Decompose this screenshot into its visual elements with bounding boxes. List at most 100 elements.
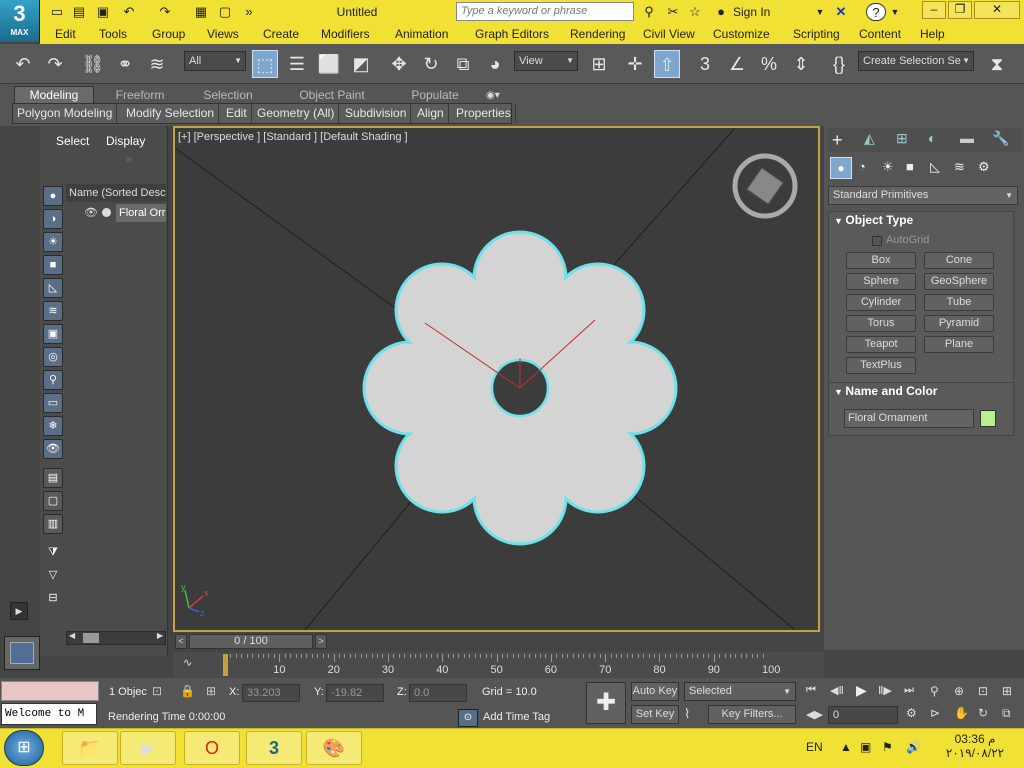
name-color-title[interactable]: ▼ Name and Color bbox=[834, 384, 937, 398]
place-icon[interactable]: ◕ bbox=[482, 50, 508, 78]
tray-arrow-icon[interactable]: ▲ bbox=[840, 740, 852, 754]
more-icon[interactable]: » bbox=[240, 3, 258, 20]
link-icon[interactable]: ⛓ bbox=[80, 50, 106, 78]
menu-views[interactable]: Views bbox=[207, 24, 239, 44]
scale-icon[interactable]: ⧉ bbox=[450, 50, 476, 78]
zoom-extents-icon[interactable]: ⊡ bbox=[978, 684, 988, 698]
language-indicator[interactable]: EN bbox=[806, 740, 823, 754]
redo-icon[interactable]: ↷ bbox=[42, 50, 68, 78]
ribbon-subtab-edit[interactable]: Edit bbox=[222, 104, 252, 123]
go-to-end-icon[interactable]: ⏭ bbox=[904, 684, 924, 697]
current-frame-field[interactable]: 0 bbox=[828, 706, 898, 724]
display-helpers-icon[interactable]: ◺ bbox=[43, 278, 63, 298]
menu-help[interactable]: Help bbox=[920, 24, 945, 44]
display-geometry-icon[interactable]: ◑ bbox=[43, 209, 63, 229]
curve-editor-icon[interactable]: ∿ bbox=[183, 656, 192, 669]
menu-modifiers[interactable]: Modifiers bbox=[321, 24, 370, 44]
angle-snap-icon[interactable]: ∠ bbox=[724, 50, 750, 78]
zoom-extents-all-icon[interactable]: ⊞ bbox=[1002, 684, 1012, 698]
scroll-left-icon[interactable]: ◀ bbox=[69, 631, 75, 640]
user-icon[interactable]: ● bbox=[712, 3, 730, 21]
display-none-icon[interactable]: ● bbox=[43, 186, 63, 206]
go-to-start-icon[interactable]: ⏮ bbox=[806, 684, 826, 697]
prev-frame-button[interactable]: < bbox=[175, 634, 187, 649]
isolate-selection-icon[interactable]: ⊡ bbox=[152, 684, 162, 698]
tray-volume-icon[interactable]: 🔊 bbox=[906, 740, 921, 754]
x-coordinate-field[interactable]: 33.203 bbox=[242, 684, 300, 702]
start-button[interactable]: ⊞ bbox=[4, 730, 44, 766]
named-selection-dropdown[interactable]: Create Selection Se ▼ bbox=[858, 51, 974, 71]
menu-graph-editors[interactable]: Graph Editors bbox=[475, 24, 549, 44]
menu-group[interactable]: Group bbox=[152, 24, 185, 44]
track-bar[interactable]: ∿ 10 20 30 40 50 60 70 80 90 100 bbox=[173, 652, 824, 678]
rotate-icon[interactable]: ↻ bbox=[418, 50, 444, 78]
ribbon-tab-populate[interactable]: Populate bbox=[388, 87, 482, 104]
app-logo-button[interactable]: 3 MAX bbox=[0, 0, 40, 42]
select-manipulate-icon[interactable]: ✛ bbox=[622, 50, 648, 78]
binoculars-icon[interactable]: ⚲ bbox=[640, 3, 658, 21]
create-plane-button[interactable]: Plane bbox=[924, 336, 994, 353]
next-key-icon[interactable]: Ⅱ▶ bbox=[878, 684, 898, 697]
menu-create[interactable]: Create bbox=[263, 24, 299, 44]
exchange-icon[interactable]: ✕ bbox=[832, 3, 850, 21]
display-spacewarps-icon[interactable]: ≋ bbox=[43, 301, 63, 321]
rectangular-selection-icon[interactable]: ⬜ bbox=[316, 50, 342, 78]
mirror-icon[interactable]: ⧗ bbox=[984, 50, 1010, 78]
new-file-icon[interactable]: ▭ bbox=[48, 3, 66, 20]
help-icon[interactable]: ? bbox=[866, 3, 886, 21]
play-icon[interactable]: ▶ bbox=[856, 682, 876, 699]
key-mode-toggle-icon[interactable]: ◀▶ bbox=[806, 708, 823, 721]
help-dropdown-icon[interactable]: ▼ bbox=[890, 3, 900, 21]
ribbon-subtab-polygon-modeling[interactable]: Polygon Modeling bbox=[13, 104, 118, 123]
display-menu[interactable]: Display bbox=[106, 134, 145, 148]
create-cone-button[interactable]: Cone bbox=[924, 252, 994, 269]
maxscript-output[interactable]: Welcome to M bbox=[1, 703, 97, 725]
expand-icon[interactable]: » bbox=[126, 154, 132, 165]
display-containers-icon[interactable]: ▭ bbox=[43, 393, 63, 413]
pan-icon[interactable]: ✋ bbox=[954, 706, 969, 720]
zoom-all-icon[interactable]: ⊕ bbox=[954, 684, 964, 698]
search-input[interactable]: Type a keyword or phrase bbox=[456, 2, 634, 21]
autogrid-checkbox[interactable] bbox=[872, 236, 882, 246]
display-lights-icon[interactable]: ☀ bbox=[43, 232, 63, 252]
select-menu[interactable]: Select bbox=[56, 134, 89, 148]
create-teapot-button[interactable]: Teapot bbox=[846, 336, 916, 353]
3dsmax-taskbar-icon[interactable]: 3 bbox=[246, 731, 302, 765]
tray-network-icon[interactable]: ▣ bbox=[860, 740, 871, 754]
create-geosphere-button[interactable]: GeoSphere bbox=[924, 273, 994, 290]
display-none-filter-icon[interactable]: ▢ bbox=[43, 491, 63, 511]
invert-display-icon[interactable]: ▥ bbox=[43, 514, 63, 534]
key-mode-dropdown[interactable]: Selected ▼ bbox=[684, 682, 796, 701]
ribbon-subtab-modify-selection[interactable]: Modify Selection bbox=[122, 104, 220, 123]
funnel-icon[interactable]: ▽ bbox=[43, 566, 63, 586]
display-groups-icon[interactable]: ▣ bbox=[43, 324, 63, 344]
tray-flag-icon[interactable]: ⚑ bbox=[882, 740, 893, 754]
snaps-toggle-icon[interactable]: 3 bbox=[692, 50, 718, 78]
time-configuration-icon[interactable]: ⚙ bbox=[906, 706, 917, 720]
percent-snap-icon[interactable]: % bbox=[756, 50, 782, 78]
sign-in-button[interactable]: Sign In bbox=[733, 3, 770, 21]
filter-icon[interactable]: ⧩ bbox=[43, 543, 63, 563]
undo-icon[interactable]: ↶ bbox=[120, 3, 138, 20]
minimize-button[interactable]: – bbox=[922, 1, 946, 19]
window-crossing-icon[interactable]: ◩ bbox=[348, 50, 374, 78]
selection-lock-icon[interactable]: 🔒 bbox=[180, 684, 195, 698]
next-frame-button[interactable]: > bbox=[315, 634, 327, 649]
orbit-icon[interactable]: ↻ bbox=[978, 706, 988, 720]
edit-named-selection-icon[interactable]: {} bbox=[826, 50, 852, 78]
menu-scripting[interactable]: Scripting bbox=[793, 24, 840, 44]
set-key-button[interactable]: Set Key bbox=[631, 705, 679, 724]
modify-tab-icon[interactable]: ◭ bbox=[864, 130, 875, 147]
bind-space-warp-icon[interactable]: ≋ bbox=[144, 50, 170, 78]
utilities-tab-icon[interactable]: 🔧 bbox=[992, 130, 1009, 147]
close-button[interactable]: ✕ bbox=[974, 1, 1020, 19]
menu-tools[interactable]: Tools bbox=[99, 24, 127, 44]
time-slider[interactable]: 0 / 100 bbox=[189, 634, 313, 649]
prev-key-icon[interactable]: ◀Ⅱ bbox=[830, 684, 850, 697]
ribbon-tab-modeling[interactable]: Modeling bbox=[14, 87, 94, 104]
object-color-swatch[interactable] bbox=[980, 410, 996, 427]
file-explorer-icon[interactable]: 📁 bbox=[62, 731, 118, 765]
primitive-type-dropdown[interactable]: Standard Primitives ▼ bbox=[828, 186, 1018, 205]
expand-panel-button[interactable]: ▶ bbox=[10, 602, 28, 620]
freeze-dot-icon[interactable] bbox=[102, 208, 111, 217]
